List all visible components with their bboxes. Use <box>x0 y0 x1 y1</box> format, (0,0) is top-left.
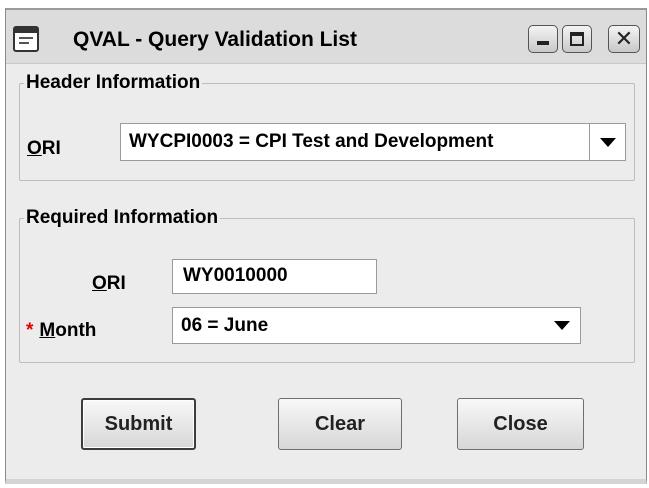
header-ori-dropdown-button[interactable] <box>589 124 625 160</box>
required-information-legend: Required Information <box>26 207 219 228</box>
app-window-icon[interactable] <box>13 26 39 52</box>
close-icon: ✕ <box>614 26 634 51</box>
required-ori-input[interactable]: WY0010000 <box>172 259 377 294</box>
month-mnemonic: M <box>39 320 56 341</box>
clear-button[interactable]: Clear <box>278 398 402 450</box>
chevron-down-icon <box>554 321 570 330</box>
month-selected-value: 06 = June <box>181 315 269 336</box>
close-window-button[interactable]: ✕ <box>608 25 640 53</box>
header-ori-selected-value: WYCPI0003 = CPI Test and Development <box>129 131 494 152</box>
maximize-button[interactable] <box>562 25 592 53</box>
month-label: * Month <box>26 320 96 342</box>
month-label-text: onth <box>55 320 97 341</box>
header-ori-label-text: RI <box>41 138 61 159</box>
required-ori-mnemonic: O <box>92 273 107 294</box>
minimize-icon <box>537 41 549 45</box>
chevron-down-icon <box>599 137 616 147</box>
header-ori-label: ORI <box>27 138 61 160</box>
month-dropdown-button[interactable] <box>544 308 580 343</box>
close-button[interactable]: Close <box>457 398 584 450</box>
submit-button[interactable]: Submit <box>81 398 196 450</box>
title-bar[interactable]: QVAL - Query Validation List ✕ <box>6 10 646 64</box>
required-ori-label-text: RI <box>106 273 126 294</box>
month-select[interactable]: 06 = June <box>172 307 581 344</box>
header-ori-mnemonic: O <box>27 138 42 159</box>
query-validation-window: QVAL - Query Validation List ✕ Header In… <box>5 8 647 484</box>
maximize-icon <box>570 32 584 46</box>
header-information-legend: Header Information <box>26 72 201 93</box>
header-ori-select[interactable]: WYCPI0003 = CPI Test and Development <box>120 123 626 161</box>
window-title: QVAL - Query Validation List <box>73 28 357 51</box>
required-marker: * <box>26 320 34 341</box>
minimize-button[interactable] <box>528 25 558 53</box>
required-ori-label: ORI <box>92 273 126 295</box>
